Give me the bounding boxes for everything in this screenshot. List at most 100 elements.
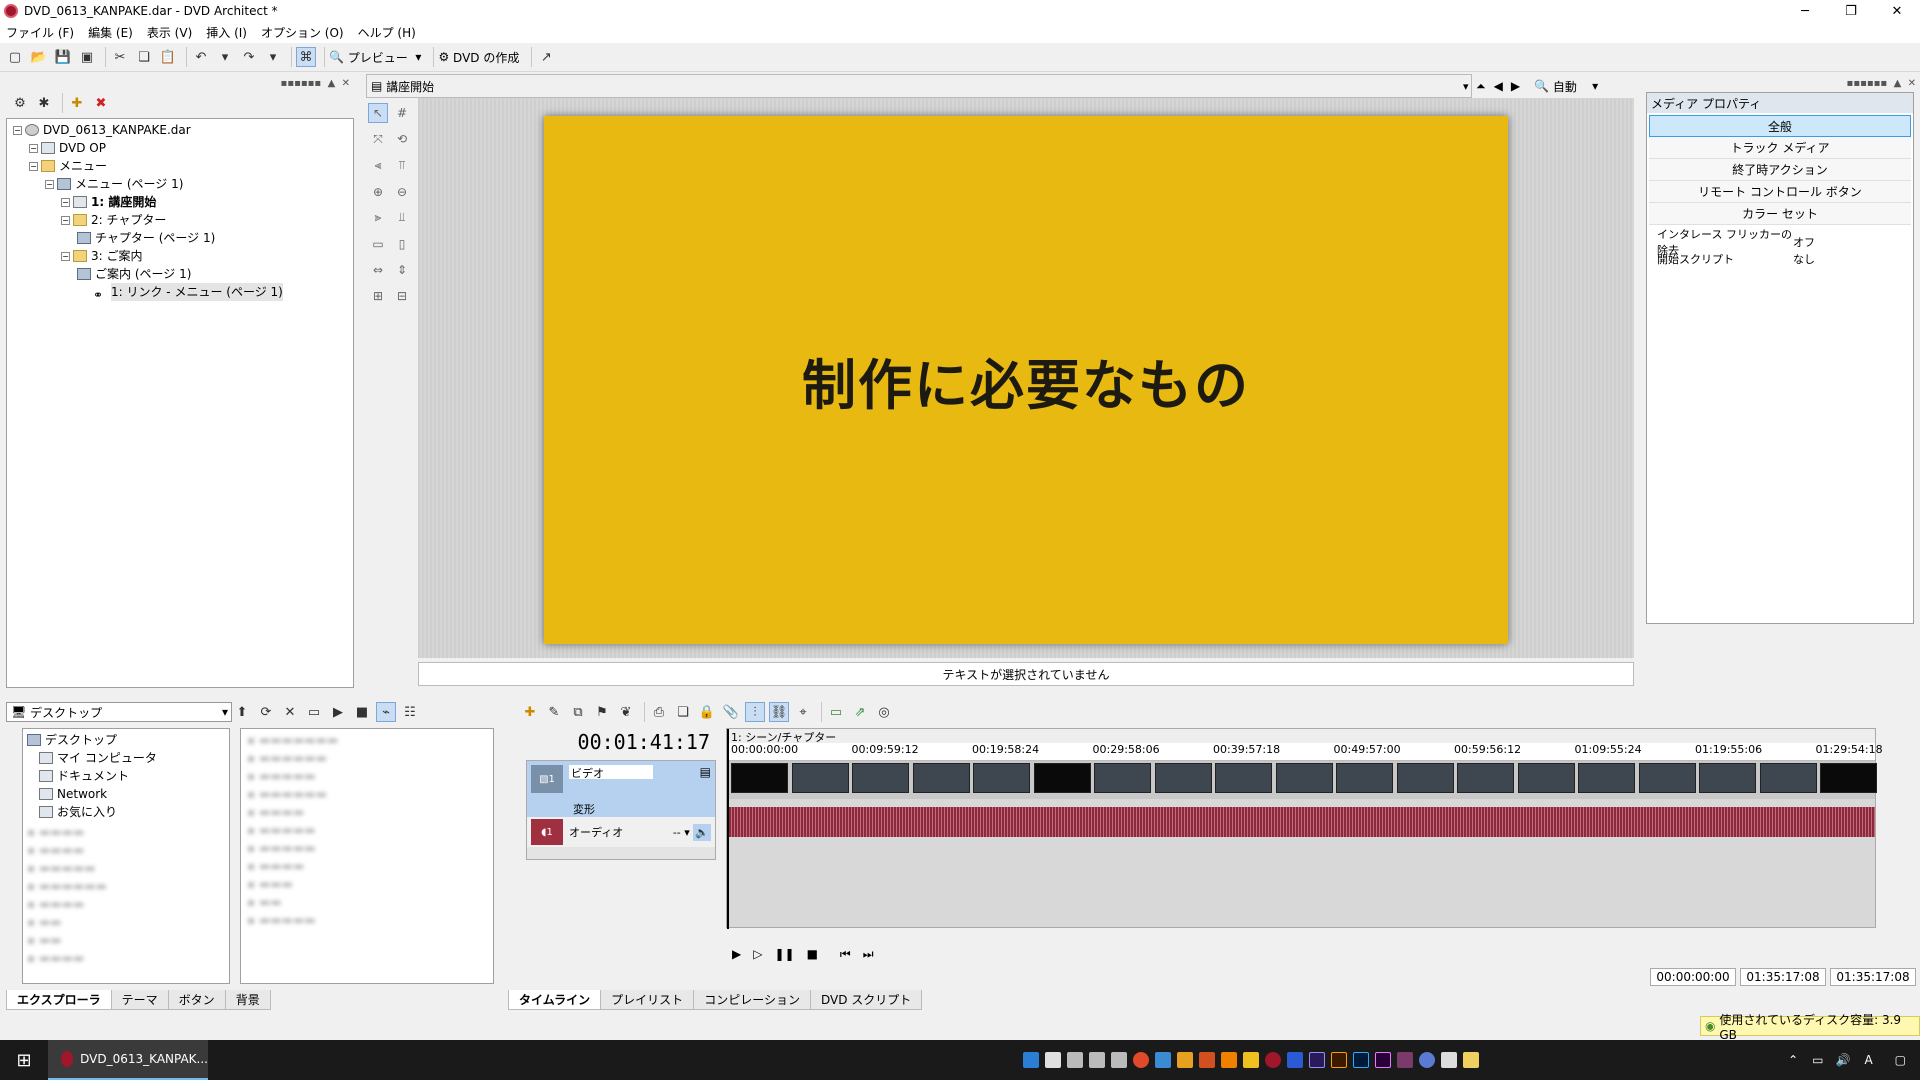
play-icon[interactable]: ▷: [753, 947, 762, 961]
menu-preview[interactable]: 制作に必要なもの: [544, 116, 1508, 644]
record-play-icon[interactable]: ▶: [732, 947, 741, 961]
notifications-icon[interactable]: ▢: [1895, 1053, 1906, 1067]
zoom-select[interactable]: 自動: [1553, 78, 1577, 95]
project-tree-item[interactable]: − メニュー: [13, 157, 347, 175]
video-track[interactable]: [727, 761, 1877, 799]
same-width-icon[interactable]: ▭: [368, 234, 388, 254]
tab-themes[interactable]: テーマ: [110, 990, 169, 1010]
pinned-7-icon[interactable]: [1155, 1052, 1171, 1068]
video-transform[interactable]: 変形: [527, 801, 715, 817]
pinned-18-icon[interactable]: [1397, 1052, 1413, 1068]
align-right-icon[interactable]: ⫸: [368, 208, 388, 228]
forward-icon[interactable]: ▶: [1511, 79, 1520, 93]
expander-icon[interactable]: −: [61, 197, 70, 207]
timeline-marker-icon[interactable]: ❦: [616, 702, 636, 722]
property-value[interactable]: なし: [1793, 251, 1815, 267]
go-start-icon[interactable]: ⏮: [840, 947, 851, 962]
new-folder-icon[interactable]: ▭: [304, 702, 324, 722]
menu-insert[interactable]: 挿入 (I): [206, 24, 247, 41]
time-ruler[interactable]: 00:00:00:00 00:09:59:12 00:19:58:24 00:29:5…: [727, 743, 1883, 761]
pinned-12-icon[interactable]: [1265, 1052, 1281, 1068]
time-length[interactable]: 01:35:17:08: [1830, 968, 1916, 986]
explorer-location-select[interactable]: 🖥 デスクトップ ▾: [6, 702, 232, 722]
property-category-button[interactable]: リモート コントロール ボタン: [1649, 181, 1911, 203]
tab-timeline[interactable]: タイムライン: [508, 990, 602, 1010]
space-v-icon[interactable]: ⇕: [392, 260, 412, 280]
taskbar-app-button[interactable]: DVD_0613_KANPAK...: [48, 1040, 208, 1080]
timeline-folder-icon[interactable]: ▭: [826, 702, 846, 722]
preview-button[interactable]: 🔍 プレビュー ▾: [329, 49, 421, 66]
timeline-clip-icon[interactable]: 📎: [721, 702, 741, 722]
audio-waveform[interactable]: [727, 807, 1875, 837]
explorer-tree-item[interactable]: Network: [27, 785, 225, 803]
explorer-tree-item[interactable]: お気に入り: [27, 803, 225, 821]
pinned-4-icon[interactable]: [1089, 1052, 1105, 1068]
project-tree-item[interactable]: − 1: 講座開始: [13, 193, 347, 211]
align-bottom-icon[interactable]: ⫫: [392, 208, 412, 228]
tray-chevron-icon[interactable]: ⌃: [1788, 1053, 1798, 1067]
timeline-lock-icon[interactable]: 🔒: [697, 702, 717, 722]
views-icon[interactable]: ☷: [400, 702, 420, 722]
project-tree-item[interactable]: ⚭ 1: リンク - メニュー (ページ 1): [13, 283, 347, 302]
video-track-header[interactable]: ▧ 1 ビデオ ▤: [527, 761, 715, 801]
timeline-export-icon[interactable]: ⇗: [850, 702, 870, 722]
timeline-snap-icon[interactable]: ⫶: [745, 702, 765, 722]
timeline-edit-icon[interactable]: ✎: [544, 702, 564, 722]
expander-icon[interactable]: −: [61, 251, 70, 261]
ime-icon[interactable]: A: [1864, 1053, 1872, 1067]
timeline-insert-icon[interactable]: ⧉: [568, 702, 588, 722]
paste-icon[interactable]: 📋: [158, 47, 178, 67]
explorer-tree-item[interactable]: ドキュメント: [27, 767, 225, 785]
auto-preview-icon[interactable]: ⌁: [376, 702, 396, 722]
tab-compilation[interactable]: コンピレーション: [693, 990, 811, 1010]
pinned-11-icon[interactable]: [1243, 1052, 1259, 1068]
chrome-icon[interactable]: [1133, 1052, 1149, 1068]
align-middle-icon[interactable]: ⊖: [392, 182, 412, 202]
playhead[interactable]: [727, 729, 729, 929]
up-folder-icon[interactable]: ⬆: [232, 702, 252, 722]
project-tree-item[interactable]: − DVD_0613_KANPAKE.dar: [13, 121, 347, 139]
tab-playlist[interactable]: プレイリスト: [600, 990, 695, 1010]
network-icon[interactable]: ▭: [1812, 1053, 1823, 1067]
align-center-icon[interactable]: ⊕: [368, 182, 388, 202]
make-dvd-button[interactable]: ⚙ DVD の作成: [438, 49, 519, 66]
add-icon[interactable]: ✚: [67, 93, 87, 113]
property-row[interactable]: インタレース フリッカーの除去 オフ: [1647, 228, 1913, 257]
pinned-2-icon[interactable]: [1045, 1052, 1061, 1068]
explorer-stop-icon[interactable]: ■: [352, 702, 372, 722]
tab-explorer[interactable]: エクスプローラ: [6, 990, 112, 1010]
pinned-21-icon[interactable]: [1463, 1052, 1479, 1068]
timeline-print-icon[interactable]: ⎙: [649, 702, 669, 722]
expander-icon[interactable]: −: [29, 143, 38, 153]
video-track-name[interactable]: ビデオ: [569, 765, 653, 780]
restore-button[interactable]: ❐: [1828, 0, 1874, 22]
align-top-icon[interactable]: ⫪: [392, 156, 412, 176]
snap-icon[interactable]: ⌘: [296, 47, 316, 67]
tab-dvd-script[interactable]: DVD スクリプト: [809, 990, 923, 1010]
properties-icon[interactable]: ⚙: [10, 93, 30, 113]
timeline-copy-icon[interactable]: ❏: [673, 702, 693, 722]
property-row[interactable]: 開始スクリプト なし: [1647, 250, 1913, 267]
menu-help[interactable]: ヘルプ (H): [358, 24, 416, 41]
property-category-button[interactable]: トラック メディア: [1649, 137, 1911, 159]
project-tree-item[interactable]: − メニュー (ページ 1): [13, 175, 347, 193]
refresh-icon[interactable]: ⟳: [256, 702, 276, 722]
time-out[interactable]: 01:35:17:08: [1740, 968, 1826, 986]
rotate-tool-icon[interactable]: ⟲: [392, 129, 412, 149]
page-dropdown-icon[interactable]: ▾: [1463, 80, 1469, 93]
pause-icon[interactable]: ❚❚: [774, 947, 794, 961]
explorer-delete-icon[interactable]: ✕: [280, 702, 300, 722]
windows-start-icon[interactable]: ⊞: [0, 1050, 48, 1071]
video-track-menu-icon[interactable]: ▤: [700, 765, 711, 779]
expander-icon[interactable]: −: [61, 215, 70, 225]
menu-options[interactable]: オプション (O): [261, 24, 344, 41]
explorer-tree-item[interactable]: マイ コンピュータ: [27, 749, 225, 767]
star-icon[interactable]: ✱: [34, 93, 54, 113]
minimize-button[interactable]: ─: [1782, 0, 1828, 22]
photoshop-icon[interactable]: [1353, 1052, 1369, 1068]
pinned-19-icon[interactable]: [1419, 1052, 1435, 1068]
undo-dropdown-icon[interactable]: ▾: [215, 47, 235, 67]
delete-icon[interactable]: ✖: [91, 93, 111, 113]
grid-tool-icon[interactable]: #: [392, 103, 412, 123]
pinned-13-icon[interactable]: [1287, 1052, 1303, 1068]
